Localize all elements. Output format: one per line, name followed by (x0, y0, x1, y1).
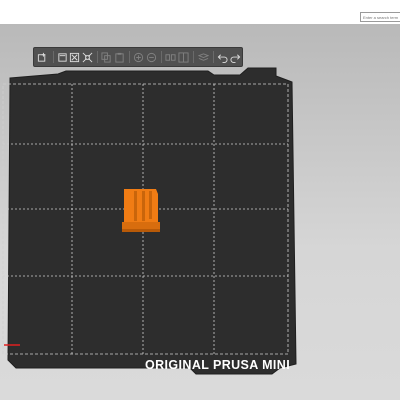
bed-model-label: ORIGINAL PRUSA MINI (145, 358, 291, 372)
toolbar-separator (52, 51, 54, 63)
print-bed-scene (2, 67, 297, 375)
toolbar-separator (212, 51, 214, 63)
toolbar-separator (193, 51, 195, 63)
add-instance-icon[interactable] (133, 50, 145, 64)
arrange-icon[interactable] (82, 50, 94, 64)
printable-object (122, 189, 160, 232)
split-parts-icon[interactable] (178, 50, 190, 64)
delete-all-icon[interactable] (69, 50, 81, 64)
search-input[interactable] (360, 12, 400, 22)
toolbar-separator (97, 51, 99, 63)
3d-viewport[interactable]: ORIGINAL PRUSA MINI (0, 24, 400, 400)
remove-instance-icon[interactable] (146, 50, 158, 64)
split-objects-icon[interactable] (165, 50, 177, 64)
delete-icon[interactable] (56, 50, 68, 64)
copy-icon[interactable] (101, 50, 113, 64)
add-object-icon[interactable] (37, 50, 49, 64)
top-bar (0, 0, 400, 25)
toolbar-separator (129, 51, 131, 63)
toolbar-separator (161, 51, 163, 63)
layers-editing-icon[interactable] (197, 50, 209, 64)
paste-icon[interactable] (114, 50, 126, 64)
main-toolbar (33, 47, 243, 67)
redo-icon[interactable] (229, 50, 241, 64)
undo-icon[interactable] (217, 50, 229, 64)
